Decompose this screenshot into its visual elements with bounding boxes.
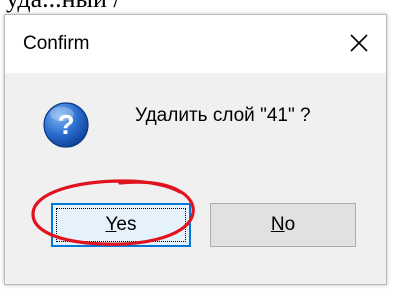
- yes-button[interactable]: Yes: [51, 203, 191, 247]
- background-text: уда...ный /: [6, 0, 121, 14]
- question-icon: ?: [43, 102, 89, 148]
- yes-button-label: Yes: [105, 214, 137, 235]
- no-button-label: No: [270, 214, 296, 235]
- svg-text:?: ?: [57, 109, 74, 140]
- dialog-titlebar: Confirm: [5, 15, 386, 73]
- close-button[interactable]: [344, 28, 374, 58]
- confirm-dialog: Confirm ? Удалить слой "41" ? Yes No: [4, 14, 387, 285]
- dialog-title: Confirm: [23, 33, 90, 54]
- no-button[interactable]: No: [210, 203, 356, 247]
- background-text-fragment: уда...ный /: [0, 0, 393, 14]
- close-icon: [350, 34, 368, 52]
- dialog-message: Удалить слой "41" ?: [135, 105, 311, 126]
